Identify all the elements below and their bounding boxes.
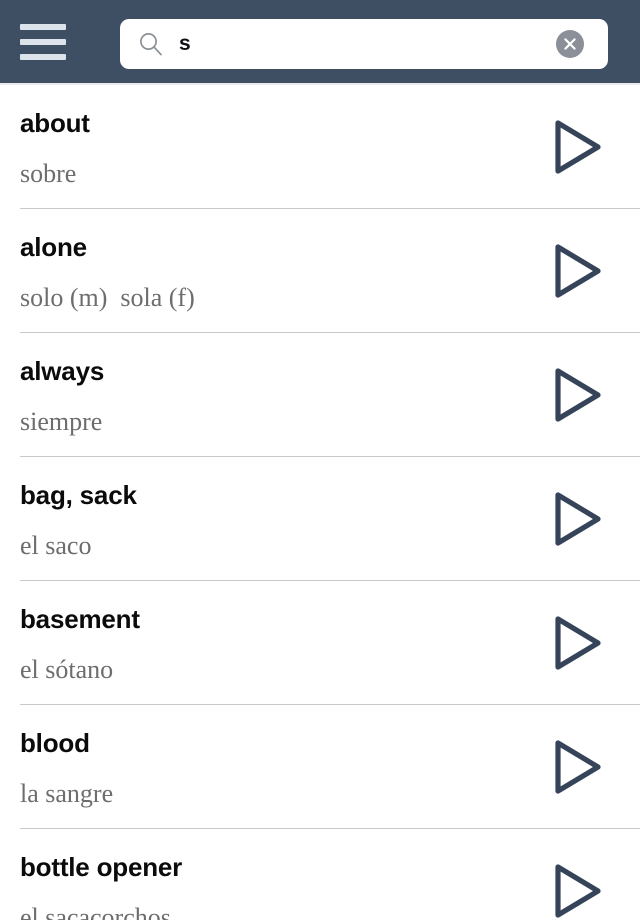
clear-search-button[interactable] [556, 30, 584, 58]
search-bar[interactable] [120, 19, 608, 69]
search-input[interactable] [179, 29, 556, 59]
play-triangle-icon [555, 864, 601, 918]
play-audio-button[interactable] [536, 105, 620, 189]
list-item-2[interactable]: always siempre [0, 333, 640, 457]
entry-translation: la sangre [20, 778, 114, 808]
entry-texts: about sobre [20, 105, 536, 190]
entry-term: about [20, 107, 90, 138]
entry-translation: solo (m) sola (f) [20, 282, 195, 312]
entry-term: always [20, 355, 105, 386]
list-item-5[interactable]: blood la sangre [0, 705, 640, 829]
play-triangle-icon [555, 616, 601, 670]
app-header [0, 0, 640, 85]
play-audio-button[interactable] [536, 353, 620, 437]
list-item-6[interactable]: bottle opener el sacacorchos [0, 829, 640, 920]
entry-texts: bag, sack el saco [20, 477, 536, 562]
entry-term: alone [20, 231, 87, 262]
play-audio-button[interactable] [536, 229, 620, 313]
play-triangle-icon [555, 492, 601, 546]
play-audio-button[interactable] [536, 849, 620, 920]
play-audio-button[interactable] [536, 725, 620, 809]
list-item-1[interactable]: alone solo (m) sola (f) [0, 209, 640, 333]
entry-term: basement [20, 603, 140, 634]
app-root: about sobre alone solo (m) sola (f) alwa… [0, 0, 640, 920]
list-item-3[interactable]: bag, sack el saco [0, 457, 640, 581]
hamburger-menu-icon[interactable] [20, 0, 84, 84]
menu-bar-2 [20, 38, 66, 45]
menu-bar-1 [20, 23, 66, 30]
entry-translation: el saco [20, 530, 92, 560]
play-triangle-icon [555, 120, 601, 174]
list-item-4[interactable]: basement el sótano [0, 581, 640, 705]
play-audio-button[interactable] [536, 477, 620, 561]
play-triangle-icon [555, 244, 601, 298]
entry-texts: bottle opener el sacacorchos [20, 849, 536, 920]
entry-translation: el sótano [20, 654, 114, 684]
word-list[interactable]: about sobre alone solo (m) sola (f) alwa… [0, 85, 640, 920]
entry-term: bag, sack [20, 479, 137, 510]
close-icon [564, 38, 576, 50]
entry-texts: blood la sangre [20, 725, 536, 810]
play-audio-button[interactable] [536, 601, 620, 685]
menu-bar-3 [20, 53, 66, 60]
entry-texts: alone solo (m) sola (f) [20, 229, 536, 314]
play-triangle-icon [555, 740, 601, 794]
entry-texts: always siempre [20, 353, 536, 438]
entry-term: bottle opener [20, 851, 183, 882]
search-icon [140, 33, 162, 56]
entry-texts: basement el sótano [20, 601, 536, 686]
entry-translation: el sacacorchos [20, 902, 171, 920]
play-triangle-icon [555, 368, 601, 422]
list-item-0[interactable]: about sobre [0, 85, 640, 209]
entry-translation: sobre [20, 158, 77, 188]
entry-term: blood [20, 727, 90, 758]
entry-translation: siempre [20, 406, 103, 436]
